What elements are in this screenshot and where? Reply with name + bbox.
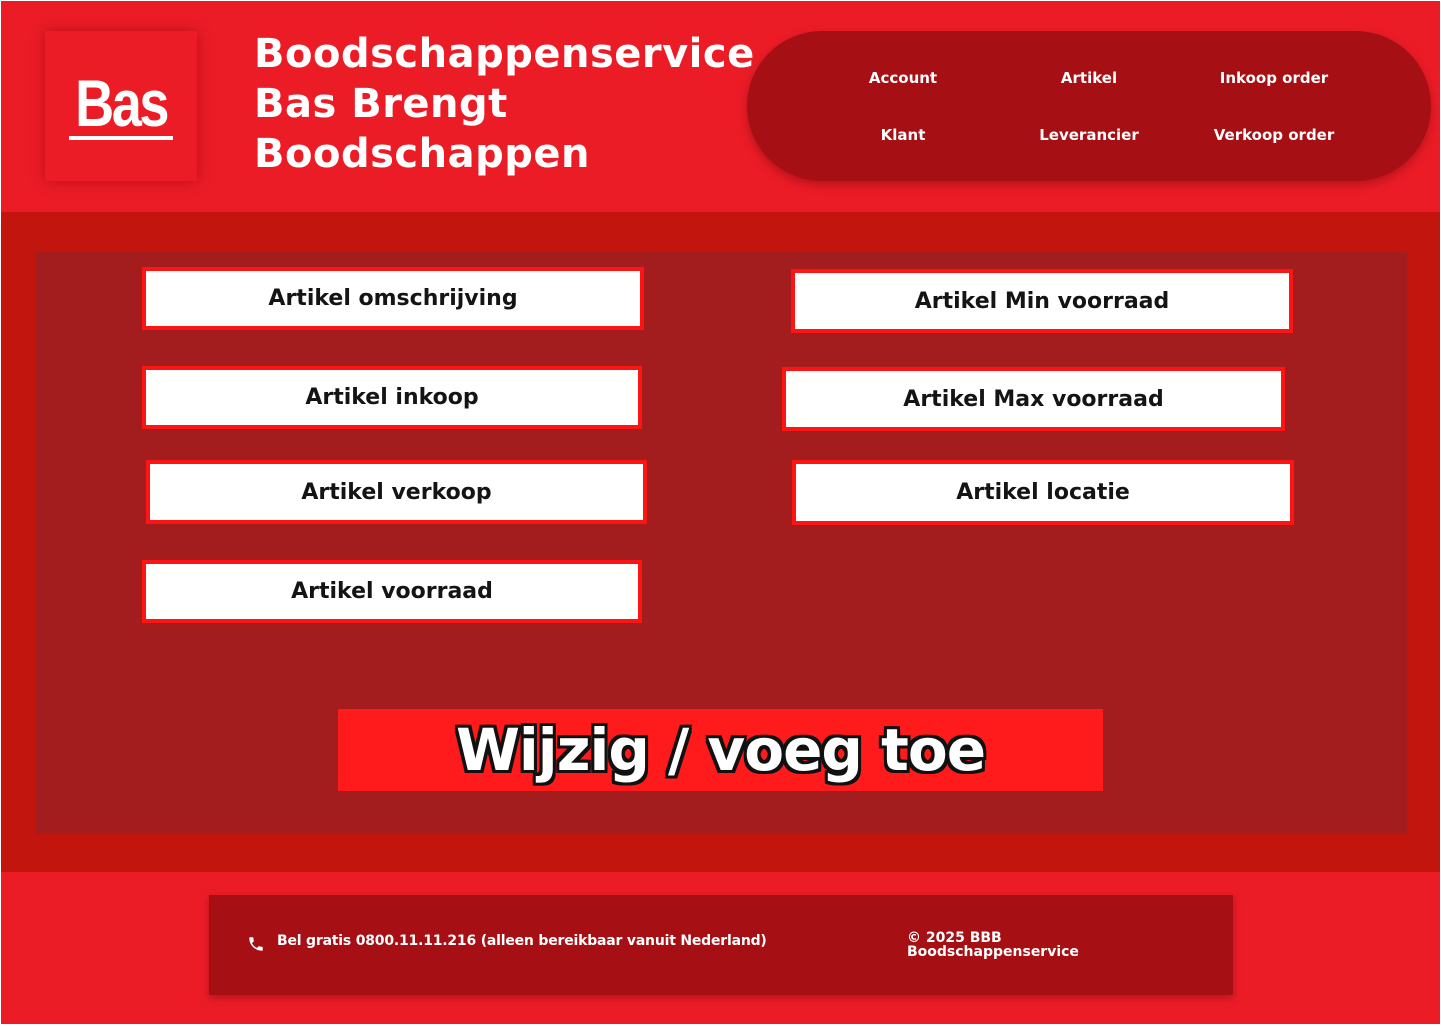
page: Bas Boodschappenservice Bas Brengt Boods… (1, 1, 1440, 1024)
artikel-voorraad-field[interactable]: Artikel voorraad (142, 560, 642, 623)
nav-item-artikel[interactable]: Artikel (999, 69, 1179, 87)
footer-copyright: © 2025 BBB Boodschappenservice (907, 930, 1079, 960)
nav-item-leverancier[interactable]: Leverancier (999, 126, 1179, 144)
artikel-min-voorraad-field[interactable]: Artikel Min voorraad (791, 269, 1293, 333)
footer: Bel gratis 0800.11.11.216 (alleen bereik… (209, 895, 1233, 995)
brand-title: Boodschappenservice Bas Brengt Boodschap… (254, 29, 754, 179)
artikel-verkoop-field[interactable]: Artikel verkoop (146, 460, 647, 524)
artikel-omschrijving-field[interactable]: Artikel omschrijving (142, 267, 644, 330)
brand-title-line-3: Boodschappen (254, 131, 590, 177)
article-form: Artikel omschrijving Artikel inkoop Arti… (36, 252, 1407, 834)
main-nav: Account Artikel Inkoop order Klant Lever… (747, 31, 1431, 181)
wijzig-voeg-toe-button[interactable]: Wijzig / voeg toe (338, 709, 1103, 791)
footer-phone-text: Bel gratis 0800.11.11.216 (alleen bereik… (277, 933, 767, 949)
artikel-locatie-field[interactable]: Artikel locatie (792, 460, 1294, 525)
nav-item-account[interactable]: Account (813, 69, 993, 87)
nav-item-klant[interactable]: Klant (813, 126, 993, 144)
logo[interactable]: Bas (45, 31, 197, 181)
brand-title-line-1: Boodschappenservice (254, 31, 755, 77)
artikel-inkoop-field[interactable]: Artikel inkoop (142, 366, 642, 429)
logo-text: Bas (75, 66, 169, 140)
artikel-max-voorraad-field[interactable]: Artikel Max voorraad (782, 367, 1285, 431)
brand-title-line-2: Bas Brengt (254, 81, 508, 127)
main-section: Artikel omschrijving Artikel inkoop Arti… (1, 212, 1440, 872)
phone-icon (249, 937, 263, 951)
nav-item-verkoop-order[interactable]: Verkoop order (1184, 126, 1364, 144)
nav-item-inkoop-order[interactable]: Inkoop order (1184, 69, 1364, 87)
